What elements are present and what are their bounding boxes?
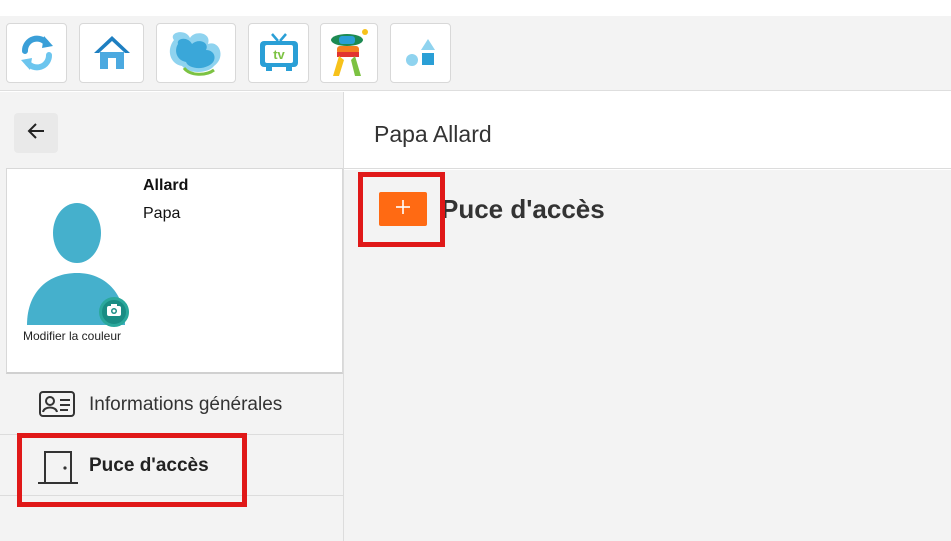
svg-text:tv: tv bbox=[273, 47, 285, 62]
home-button[interactable] bbox=[79, 23, 144, 83]
sidebar-item-general-info[interactable]: Informations générales bbox=[0, 375, 343, 435]
refresh-icon bbox=[17, 33, 57, 73]
shapes-button[interactable] bbox=[390, 23, 451, 83]
sidebar-item-label: Informations générales bbox=[89, 393, 283, 415]
section-title: Puce d'accès bbox=[441, 194, 605, 224]
tv-icon: tv bbox=[256, 31, 302, 75]
camera-icon bbox=[106, 303, 122, 322]
modify-color-link[interactable]: Modifier la couleur bbox=[21, 329, 123, 344]
change-photo-button[interactable] bbox=[99, 297, 129, 327]
profile-card: Modifier la couleur Allard Papa bbox=[6, 168, 343, 374]
refresh-button[interactable] bbox=[6, 23, 67, 83]
main-header: Papa Allard bbox=[344, 92, 951, 169]
cloud-app-icon bbox=[164, 28, 228, 78]
arrow-left-icon bbox=[26, 121, 46, 146]
character-app-icon bbox=[327, 26, 371, 80]
top-strip bbox=[0, 0, 951, 16]
id-card-icon bbox=[38, 389, 76, 424]
profile-last-name: Allard bbox=[143, 177, 189, 194]
highlight-box-menu bbox=[17, 433, 247, 507]
profile-first-name: Papa bbox=[143, 205, 181, 222]
shapes-icon bbox=[404, 36, 438, 70]
tv-button[interactable]: tv bbox=[248, 23, 309, 83]
cloud-app-button[interactable] bbox=[156, 23, 236, 83]
character-app-button[interactable] bbox=[320, 23, 378, 83]
back-button[interactable] bbox=[14, 113, 58, 153]
app-toolbar: tv bbox=[0, 16, 951, 91]
home-icon bbox=[91, 33, 133, 73]
highlight-box-add bbox=[358, 172, 445, 247]
page-title: Papa Allard bbox=[374, 121, 492, 147]
